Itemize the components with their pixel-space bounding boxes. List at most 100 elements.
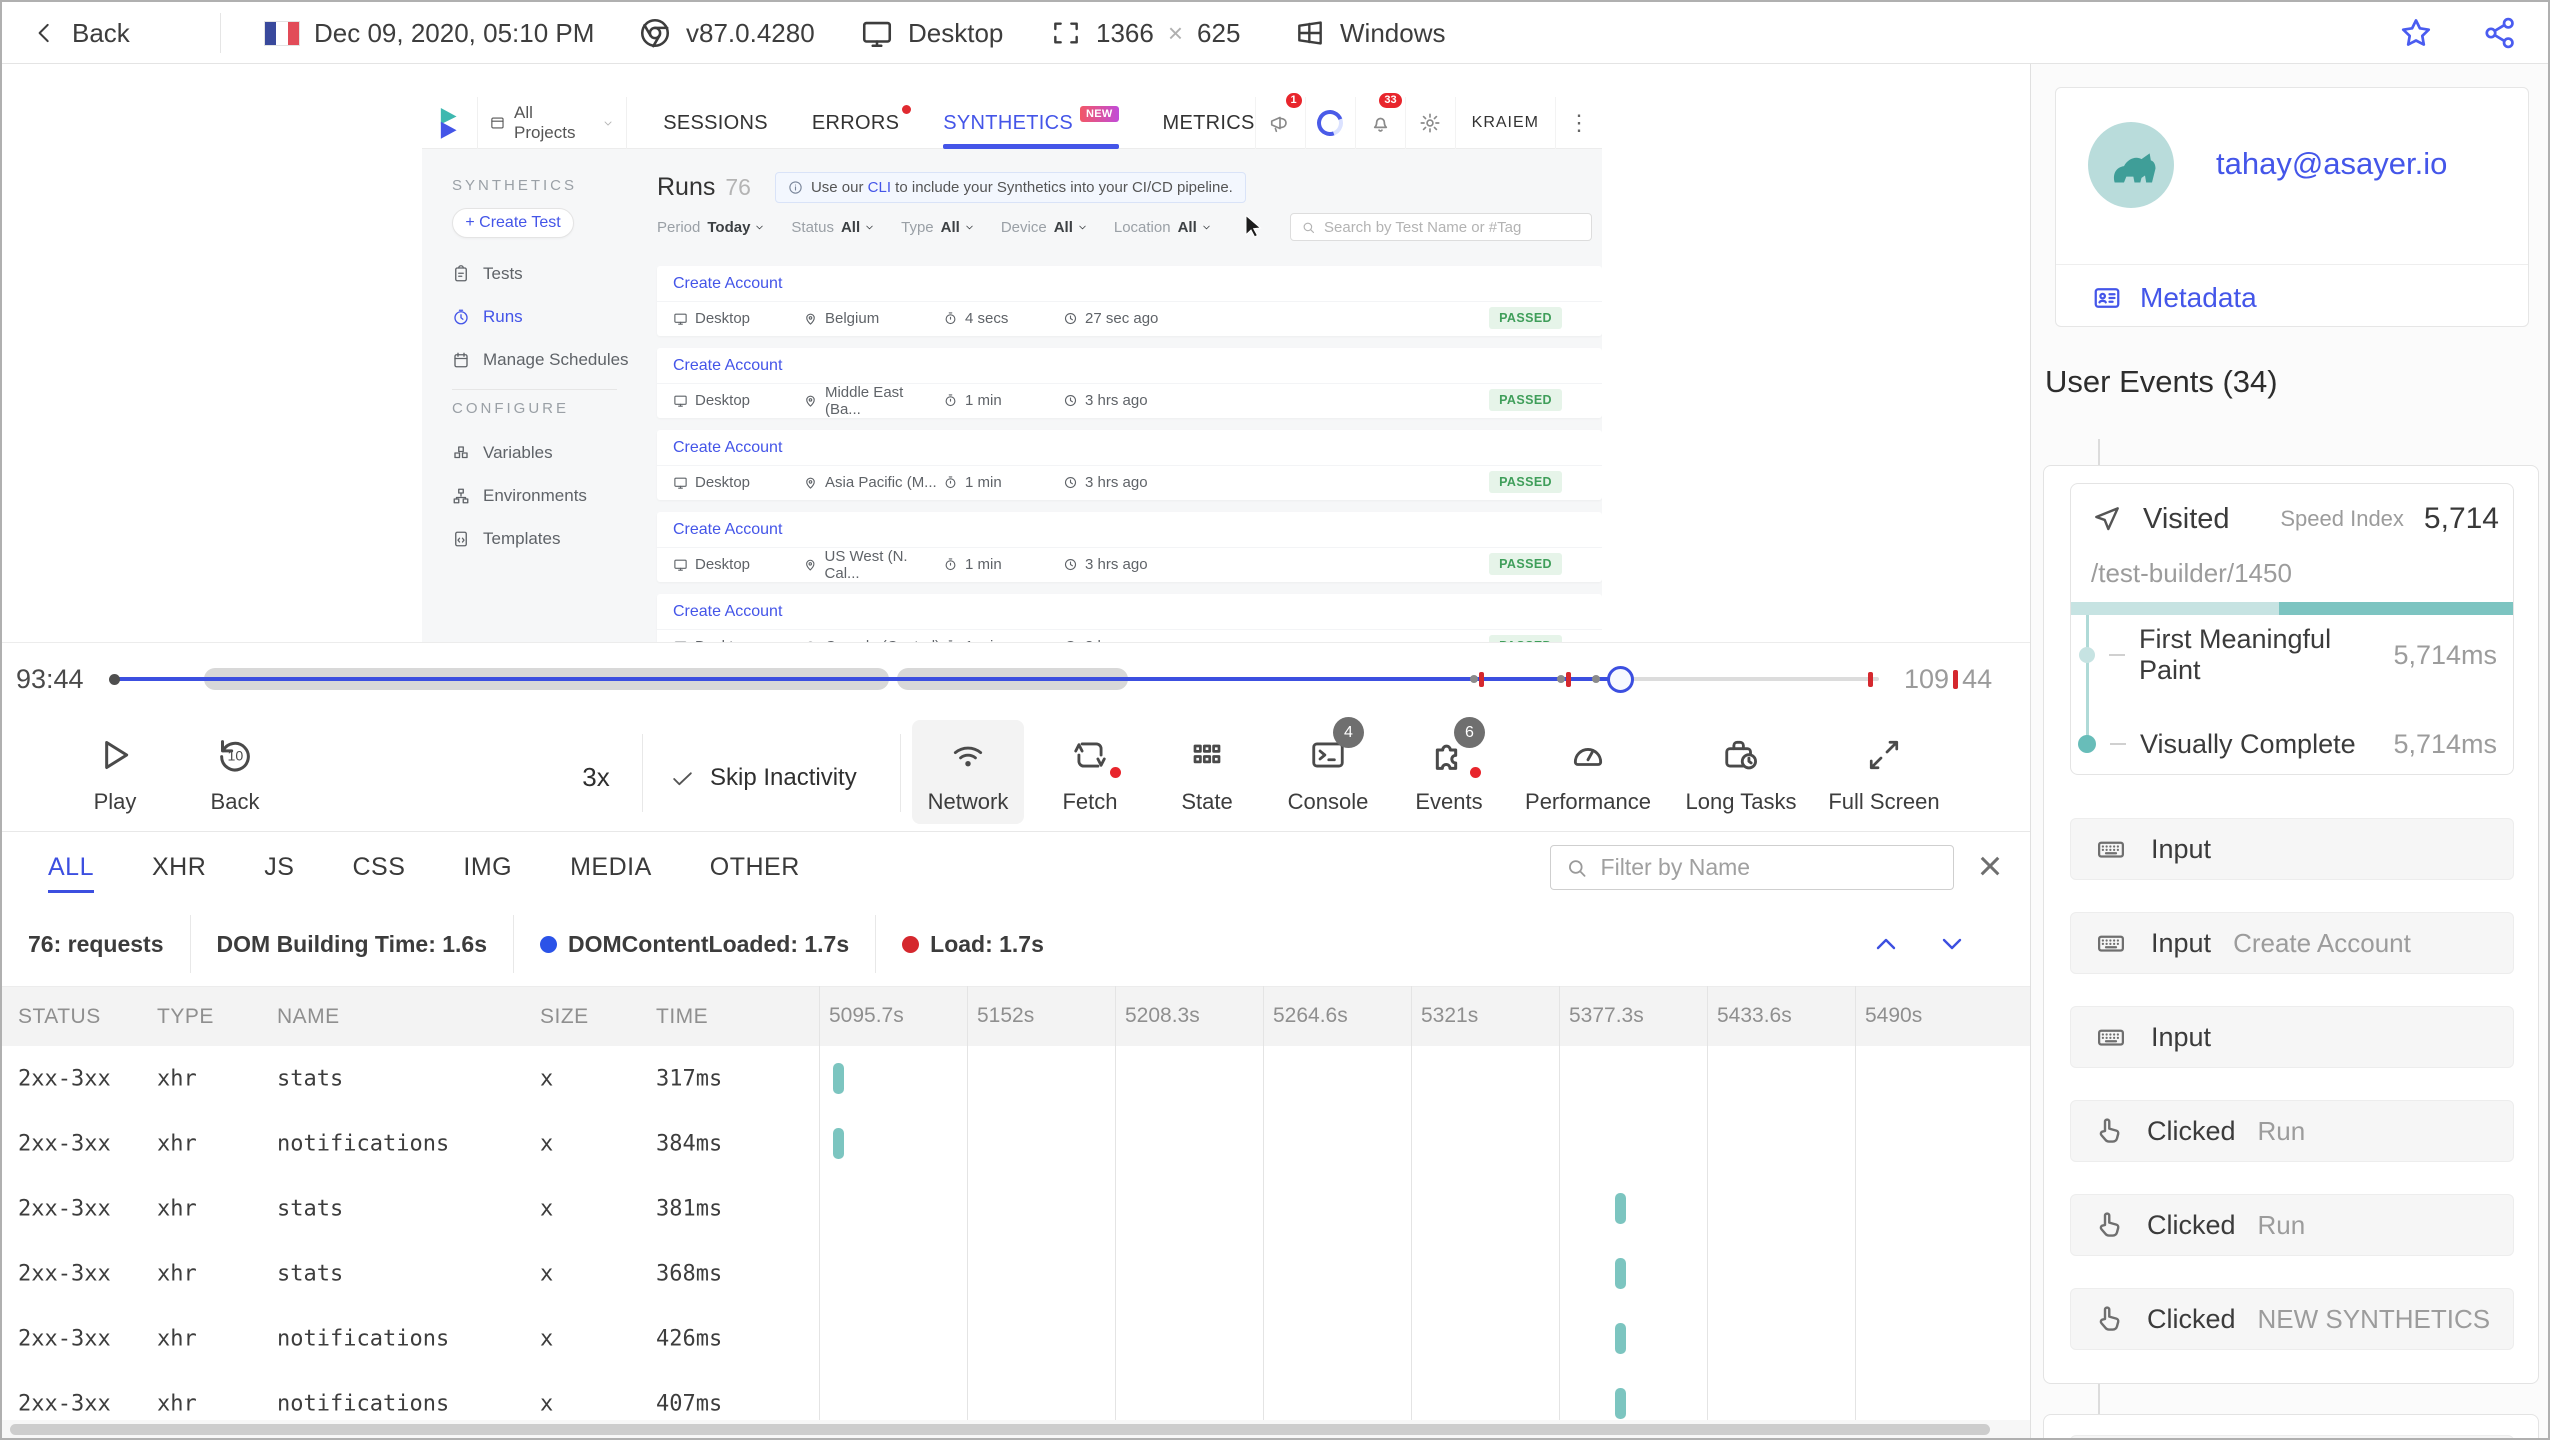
next-events-group-card — [2043, 1414, 2539, 1438]
speed-button[interactable]: 3x — [568, 762, 624, 793]
monitor-icon — [862, 21, 892, 48]
total-time: 109 44 — [1904, 664, 1993, 694]
status-badge: PASSED — [1489, 635, 1562, 642]
stopwatch-icon — [945, 558, 956, 571]
user-menu[interactable]: KRAIEM — [1454, 97, 1555, 149]
project-selector[interactable]: All Projects — [477, 97, 628, 149]
filter-location[interactable]: Location All — [1114, 219, 1212, 236]
jump-next-button chevron-down-icon[interactable] — [1936, 928, 1968, 960]
filter-status[interactable]: Status All — [791, 219, 875, 236]
info-icon — [789, 180, 802, 194]
sidebar-item-schedules[interactable]: Manage Schedules — [452, 338, 647, 381]
browser-info: v87.0.4280 — [638, 2, 815, 64]
timeline-start-dot — [109, 674, 120, 685]
table-row[interactable]: 2xx-3xx xhr notifications x 384ms — [2, 1111, 2030, 1176]
timeline-scrubber[interactable] — [1607, 666, 1635, 693]
filter-type[interactable]: Type All — [901, 219, 975, 236]
scrollbar-thumb[interactable] — [10, 1424, 1990, 1435]
jump-previous-button chevron-up-icon[interactable] — [1870, 928, 1902, 960]
sidebar-item-runs[interactable]: Runs — [452, 295, 647, 338]
table-row[interactable]: 2xx-3xx xhr stats x 381ms — [2, 1176, 2030, 1241]
sidebar-item-tests[interactable]: Tests — [452, 252, 647, 295]
tab-css[interactable]: CSS — [352, 832, 405, 902]
run-name-link[interactable]: Create Account — [673, 357, 782, 375]
event-item-input[interactable]: Input Create Account — [2070, 912, 2514, 974]
cli-link[interactable]: CLI — [868, 179, 891, 196]
run-name-link[interactable]: Create Account — [673, 521, 782, 539]
table-row[interactable]: 2xx-3xx xhr stats x 317ms — [2, 1046, 2030, 1111]
event-item-clicked[interactable]: Clicked Run — [2070, 1194, 2514, 1256]
visited-event-card[interactable]: Visited Speed Index 5,714 /test-builder/… — [2070, 483, 2514, 775]
pin-icon — [806, 477, 815, 489]
tab-all[interactable]: ALL — [48, 832, 94, 902]
filter-by-name-input[interactable] — [1600, 854, 1939, 881]
test-search-input[interactable]: Search by Test Name or #Tag — [1290, 213, 1592, 241]
run-name-link[interactable]: Create Account — [673, 439, 782, 457]
notifications-button[interactable]: 33 — [1354, 93, 1405, 149]
chevron-down-icon — [1203, 225, 1210, 229]
tab-js[interactable]: JS — [264, 832, 294, 902]
tab-synthetics[interactable]: SYNTHETICS NEW — [943, 97, 1119, 149]
settings-button[interactable] — [1404, 97, 1455, 149]
tab-img[interactable]: IMG — [463, 832, 512, 902]
status-badge: PASSED — [1489, 307, 1562, 329]
clock-icon — [1064, 312, 1077, 325]
run-name-link[interactable]: Create Account — [673, 603, 782, 621]
play-button[interactable]: Play — [45, 730, 185, 815]
table-row[interactable]: 2xx-3xx xhr stats x 368ms — [2, 1241, 2030, 1306]
event-item-input[interactable]: Input — [2070, 1006, 2514, 1068]
sidebar-item-environments[interactable]: Environments — [452, 474, 647, 517]
share-button[interactable] — [2482, 2, 2518, 64]
favorite-button[interactable] — [2398, 2, 2434, 64]
user-events-heading: User Events (34) — [2045, 364, 2278, 399]
state-panel-button[interactable]: State — [1137, 730, 1277, 815]
more-menu[interactable]: ⋮ — [1555, 97, 1602, 149]
announcements-button[interactable]: 1 — [1254, 93, 1305, 149]
performance-panel-button[interactable]: Performance — [1518, 730, 1658, 815]
close-panel-button[interactable]: × — [1968, 844, 2012, 888]
network-panel-button[interactable]: Network — [912, 720, 1024, 824]
request-timing-bar — [1615, 1323, 1626, 1354]
table-row[interactable]: 2xx-3xx xhr notifications x 426ms — [2, 1306, 2030, 1371]
event-dot — [1556, 675, 1565, 683]
skip-inactivity-toggle[interactable]: Skip Inactivity — [670, 764, 857, 792]
replayed-mouse-cursor — [1243, 214, 1265, 243]
device-label: Desktop — [908, 17, 1004, 48]
event-item-clicked[interactable]: Clicked Run — [2070, 1100, 2514, 1162]
tab-errors[interactable]: ERRORS — [812, 97, 912, 149]
tab-other[interactable]: OTHER — [710, 832, 800, 902]
event-item-input[interactable]: Input — [2070, 818, 2514, 880]
run-name-link[interactable]: Create Account — [673, 275, 782, 293]
stopwatch-icon — [945, 394, 956, 407]
back-10s-button[interactable]: 10 Back — [165, 730, 305, 815]
col-status: STATUS — [18, 1005, 101, 1028]
tab-sessions[interactable]: SESSIONS — [663, 97, 768, 149]
back-button[interactable]: Back — [32, 2, 130, 64]
create-test-button[interactable]: + Create Test — [452, 208, 574, 238]
res-width: 1366 — [1096, 17, 1154, 48]
star-icon — [2401, 19, 2431, 46]
timeline-track[interactable] — [109, 643, 1879, 715]
user-email-link[interactable]: tahay@asayer.io — [2216, 146, 2447, 182]
dcl-marker-dot — [540, 935, 558, 953]
metadata-button[interactable]: Metadata — [2090, 282, 2257, 314]
console-panel-button[interactable]: 4 Console — [1258, 717, 1398, 815]
sidebar-item-variables[interactable]: Variables — [452, 431, 647, 474]
os-info: Windows — [1294, 2, 1445, 64]
full-screen-button[interactable]: Full Screen — [1814, 730, 1954, 815]
events-panel-button[interactable]: 6 Events — [1379, 717, 1519, 815]
event-item-clicked[interactable]: Clicked NEW SYNTHETICS — [2070, 1288, 2514, 1350]
current-time: 93:44 — [16, 664, 84, 694]
new-badge: NEW — [1079, 106, 1119, 122]
tab-metrics[interactable]: METRICS — [1163, 97, 1255, 149]
tab-xhr[interactable]: XHR — [152, 832, 206, 902]
long-tasks-panel-button[interactable]: Long Tasks — [1671, 730, 1811, 815]
horizontal-scrollbar[interactable] — [2, 1420, 2030, 1438]
event-dot — [1470, 675, 1479, 683]
filter-device[interactable]: Device All — [1001, 219, 1088, 236]
tab-media[interactable]: MEDIA — [570, 832, 652, 902]
sidebar-item-templates[interactable]: Templates — [452, 517, 647, 560]
monitor-icon — [674, 313, 687, 325]
filter-period[interactable]: Period Today — [657, 219, 765, 236]
wifi-icon — [953, 746, 983, 767]
